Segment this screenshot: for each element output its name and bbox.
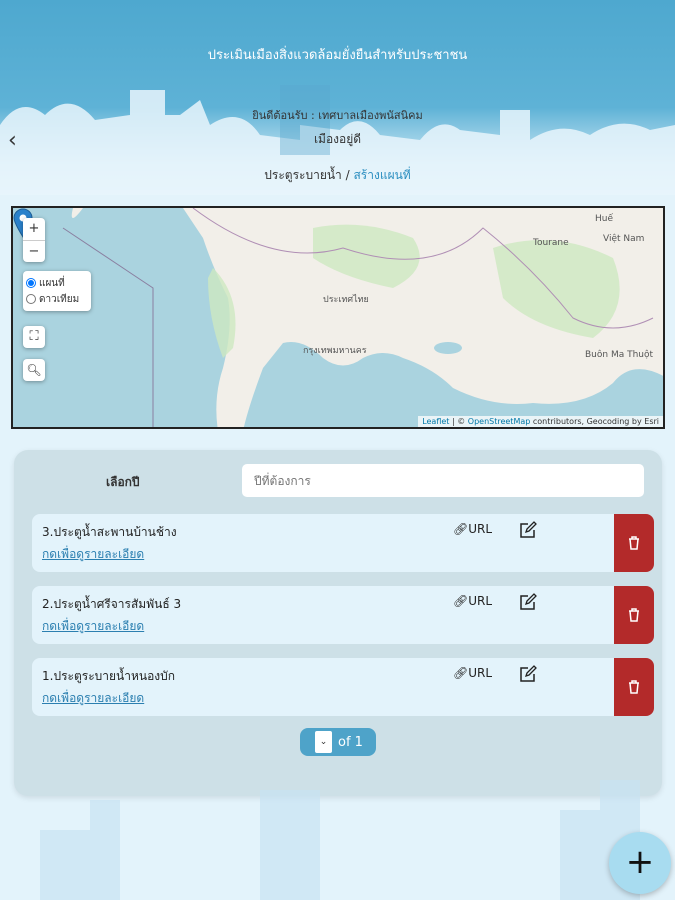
map-label: ประเทศไทย <box>323 295 369 305</box>
zoom-out-button[interactable]: − <box>23 240 45 262</box>
osm-link[interactable]: OpenStreetMap <box>468 417 531 426</box>
link-icon: 🔗︎ <box>453 522 469 536</box>
year-input[interactable] <box>242 464 644 497</box>
item-url-link[interactable]: 🔗︎URL <box>453 666 492 680</box>
item-name: 1.ประตูระบายน้ำหนองบัก <box>42 669 176 683</box>
url-label: URL <box>468 594 493 608</box>
city-background-illustration <box>40 780 640 900</box>
layer-control: แผนที่ ดาวเทียม <box>23 271 91 311</box>
item-detail-link[interactable]: กดเพื่อดูรายละเอียด <box>42 617 144 636</box>
layer-radio-satellite[interactable] <box>26 294 36 304</box>
trash-icon <box>629 608 639 622</box>
item-detail-link[interactable]: กดเพื่อดูรายละเอียด <box>42 689 144 708</box>
item-name: 2.ประตูน้ำศรีจารสัมพันธ์ 3 <box>42 597 182 611</box>
map-label: Huế <box>595 214 614 224</box>
header-banner: ‹ ประเมินเมืองสิ่งแวดล้อมยั่งยืนสำหรับปร… <box>0 0 675 195</box>
breadcrumb: ประตูระบายน้ำ / สร้างแผนที่ <box>0 166 675 185</box>
leaflet-link[interactable]: Leaflet <box>422 417 449 426</box>
attribution-sep: | © <box>449 417 468 426</box>
edit-icon[interactable] <box>519 593 537 611</box>
breadcrumb-current[interactable]: สร้างแผนที่ <box>353 168 410 182</box>
app-title: ประเมินเมืองสิ่งแวดล้อมยั่งยืนสำหรับประช… <box>207 48 468 63</box>
map-label: Buôn Ma Thuột <box>585 350 654 360</box>
add-button[interactable]: + <box>609 832 671 894</box>
page-select[interactable]: ⌄ <box>315 731 332 753</box>
edit-icon[interactable] <box>519 521 537 539</box>
item-url-link[interactable]: 🔗︎URL <box>453 594 492 608</box>
breadcrumb-separator: / <box>341 168 354 182</box>
welcome-text: ยินดีต้อนรับ : เทศบาลเมืองพนัสนิคม <box>252 109 423 122</box>
delete-button[interactable] <box>614 586 654 644</box>
search-icon: 🔍︎ <box>26 363 42 377</box>
map-search-button[interactable]: 🔍︎ <box>23 359 45 381</box>
item-detail-link[interactable]: กดเพื่อดูรายละเอียด <box>42 545 144 564</box>
trash-icon <box>629 536 639 550</box>
delete-button[interactable] <box>614 514 654 572</box>
fullscreen-icon: ⛶ <box>29 329 39 344</box>
zoom-in-button[interactable]: + <box>23 218 45 240</box>
url-label: URL <box>468 666 493 680</box>
attribution-text: contributors, Geocoding by Esri <box>530 417 659 426</box>
layer-label: ดาวเทียม <box>39 293 80 305</box>
link-icon: 🔗︎ <box>453 666 469 680</box>
map-attribution: Leaflet | © OpenStreetMap contributors, … <box>418 416 663 427</box>
edit-icon[interactable] <box>519 665 537 683</box>
fullscreen-button[interactable]: ⛶ <box>23 326 45 348</box>
map-label: กรุงเทพมหานคร <box>303 346 367 356</box>
zoom-control: + − <box>23 218 45 262</box>
item-name: 3.ประตูน้ำสะพานบ้านช้าง <box>42 525 177 539</box>
pagination: ⌄ of 1 <box>300 728 376 756</box>
list-panel: เลือกปี 3.ประตูน้ำสะพานบ้านช้าง กดเพื่อด… <box>14 450 662 796</box>
layer-label: แผนที่ <box>39 277 65 289</box>
trash-icon <box>629 680 639 694</box>
map-view[interactable]: Huế Việt Nam Tourane Buôn Ma Thuột ประเท… <box>11 206 665 429</box>
list-item: 3.ประตูน้ำสะพานบ้านช้าง กดเพื่อดูรายละเอ… <box>32 514 654 572</box>
delete-button[interactable] <box>614 658 654 716</box>
list-item: 1.ประตูระบายน้ำหนองบัก กดเพื่อดูรายละเอี… <box>32 658 654 716</box>
layer-option-satellite[interactable]: ดาวเทียม <box>26 291 88 307</box>
layer-radio-map[interactable] <box>26 278 36 288</box>
layer-option-map[interactable]: แผนที่ <box>26 275 88 291</box>
year-label: เลือกปี <box>106 475 140 489</box>
list-item: 2.ประตูน้ำศรีจารสัมพันธ์ 3 กดเพื่อดูรายล… <box>32 586 654 644</box>
breadcrumb-parent[interactable]: ประตูระบายน้ำ <box>264 168 342 182</box>
page-total: of 1 <box>338 734 363 750</box>
url-label: URL <box>468 522 493 536</box>
map-label: Tourane <box>533 238 569 248</box>
city-level: เมืองอยู่ดี <box>313 132 362 146</box>
item-url-link[interactable]: 🔗︎URL <box>453 522 492 536</box>
link-icon: 🔗︎ <box>453 594 469 608</box>
map-label: Việt Nam <box>603 234 645 244</box>
